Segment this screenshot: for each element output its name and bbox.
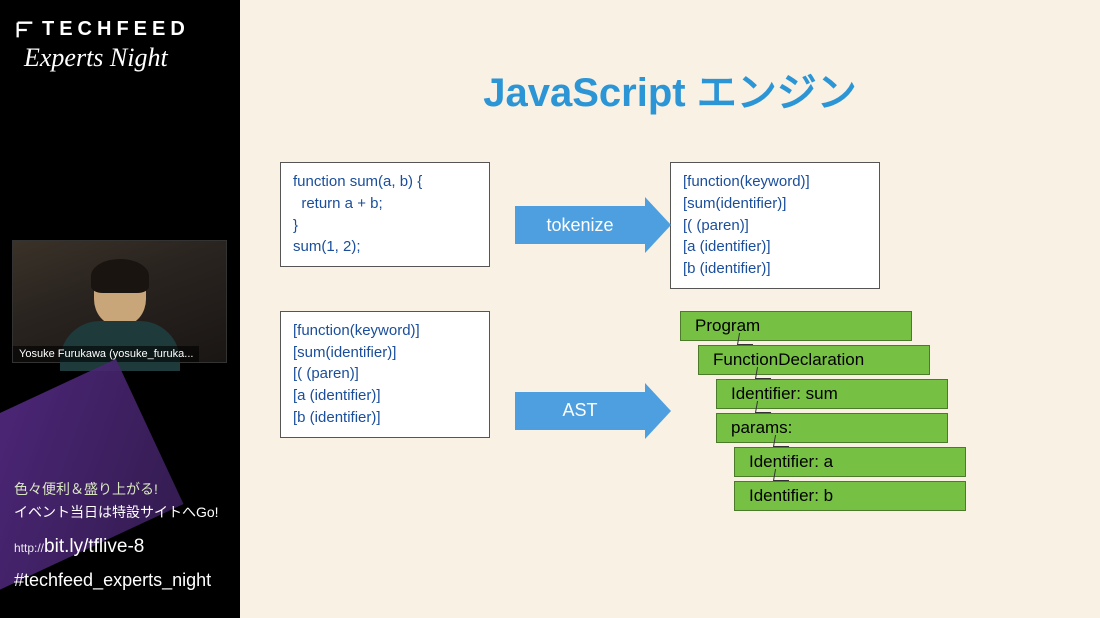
ast-node: Identifier: b — [734, 481, 966, 511]
ast-node-wrap: Program — [680, 311, 966, 341]
slide: JavaScript エンジン function sum(a, b) { ret… — [240, 0, 1100, 618]
token-line: [sum(identifier)] — [683, 193, 867, 215]
ast-node-wrap: Identifier: sum — [716, 379, 966, 409]
promo-url[interactable]: http://bit.ly/tflive-8 — [14, 531, 219, 563]
row-tokenize: function sum(a, b) { return a + b;}sum(1… — [280, 162, 1060, 289]
source-code-box: function sum(a, b) { return a + b;}sum(1… — [280, 162, 490, 267]
token-line: [( (paren)] — [683, 215, 867, 237]
ast-node: FunctionDeclaration — [698, 345, 930, 375]
ast-node: Identifier: sum — [716, 379, 948, 409]
tree-connector — [737, 333, 755, 345]
speaker-name-overlay: Yosuke Furukawa (yosuke_furuka... — [13, 346, 199, 362]
arrow-tokenize-label: tokenize — [546, 215, 613, 236]
arrow-tokenize-wrap: tokenize — [500, 197, 660, 253]
token-line: [function(keyword)] — [683, 171, 867, 193]
tree-connector — [755, 401, 773, 413]
tree-connector — [773, 435, 791, 447]
token-line: [a (identifier)] — [293, 385, 477, 407]
logo-f-icon — [14, 19, 36, 41]
code-line: sum(1, 2); — [293, 236, 477, 258]
token-line: [sum(identifier)] — [293, 342, 477, 364]
logo-area: TECHFEED Experts Night — [0, 0, 240, 79]
sidebar: TECHFEED Experts Night Yosuke Furukawa (… — [0, 0, 240, 618]
ast-node-wrap: params: — [716, 413, 966, 443]
url-protocol: http:// — [14, 541, 44, 555]
tree-connector — [773, 469, 791, 481]
slide-title: JavaScript エンジン — [280, 60, 1060, 118]
arrow-ast-label: AST — [562, 400, 597, 421]
token-line: [b (identifier)] — [293, 407, 477, 429]
arrow-ast-wrap: AST — [500, 383, 660, 439]
brand-text: TECHFEED — [42, 18, 190, 41]
token-line: [a (identifier)] — [683, 236, 867, 258]
arrow-ast: AST — [515, 392, 645, 430]
ast-node-wrap: Identifier: a — [734, 447, 966, 477]
ast-node: params: — [716, 413, 948, 443]
promo-block: 色々便利＆盛り上がる! イベント当日は特設サイトへGo! http://bit.… — [14, 478, 219, 596]
token-line: [( (paren)] — [293, 363, 477, 385]
code-line: return a + b; — [293, 193, 477, 215]
tokens-box-1: [function(keyword)][sum(identifier)][( (… — [670, 162, 880, 289]
ast-node: Identifier: a — [734, 447, 966, 477]
row-ast: [function(keyword)][sum(identifier)][( (… — [280, 311, 1060, 511]
token-line: [function(keyword)] — [293, 320, 477, 342]
code-line: } — [293, 215, 477, 237]
ast-node-wrap: Identifier: b — [734, 481, 966, 511]
ast-tree: Program FunctionDeclaration Identifier: su… — [670, 311, 966, 511]
hashtag: #techfeed_experts_night — [14, 565, 219, 596]
promo-line-1: 色々便利＆盛り上がる! — [14, 478, 219, 502]
tree-connector — [755, 367, 773, 379]
brand-logo: TECHFEED — [14, 18, 226, 41]
code-line: function sum(a, b) { — [293, 171, 477, 193]
promo-line-2: イベント当日は特設サイトへGo! — [14, 501, 219, 525]
ast-node: Program — [680, 311, 912, 341]
token-line: [b (identifier)] — [683, 258, 867, 280]
ast-node-wrap: FunctionDeclaration — [698, 345, 966, 375]
webcam-feed: Yosuke Furukawa (yosuke_furuka... — [12, 240, 227, 363]
arrow-tokenize: tokenize — [515, 206, 645, 244]
tokens-box-2: [function(keyword)][sum(identifier)][( (… — [280, 311, 490, 438]
tagline: Experts Night — [14, 43, 226, 73]
url-slug: bit.ly/tflive-8 — [44, 536, 144, 557]
